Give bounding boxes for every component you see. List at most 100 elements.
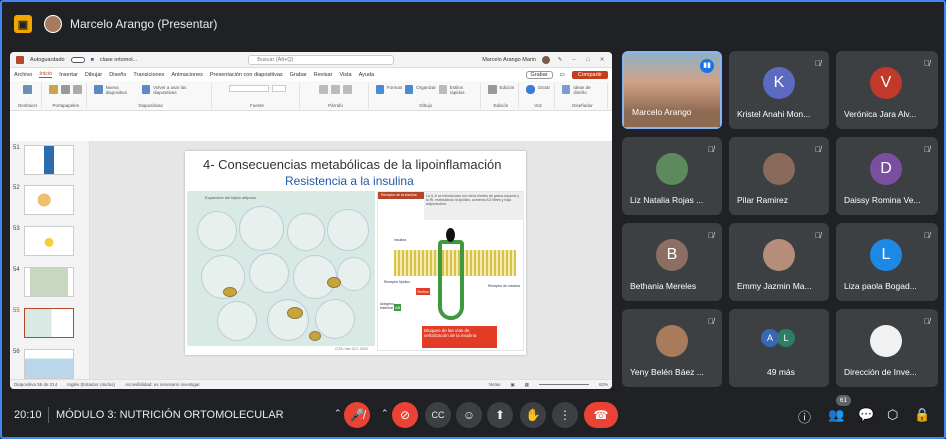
- editing-button[interactable]: Edición: [500, 85, 515, 94]
- copy-icon[interactable]: [73, 85, 83, 94]
- participant-avatar: [763, 239, 795, 271]
- arrange-icon[interactable]: [405, 85, 414, 94]
- participant-tile[interactable]: D 🎙̸ Daissy Romina Ve...: [836, 137, 938, 215]
- microphone-icon[interactable]: [526, 85, 536, 94]
- participant-tile[interactable]: ▮▮ Marcelo Arango: [622, 51, 722, 129]
- thumb-54[interactable]: 54: [13, 267, 74, 297]
- maximize-icon[interactable]: □: [584, 57, 592, 63]
- activities-icon[interactable]: ⬡: [887, 407, 898, 423]
- menu-dibujar[interactable]: Dibujar: [85, 72, 102, 78]
- mic-options-icon[interactable]: ⌃: [334, 408, 342, 419]
- participant-tile[interactable]: K 🎙̸ Kristel Anahi Mon...: [729, 51, 829, 129]
- participant-tile[interactable]: 🎙̸ Liz Natalia Rojas ...: [622, 137, 722, 215]
- participant-tile[interactable]: A L 49 más: [729, 309, 829, 387]
- compartir-button[interactable]: Compartir: [571, 70, 608, 79]
- font-size-select[interactable]: [271, 85, 286, 92]
- quick-styles-icon[interactable]: [438, 85, 447, 94]
- user-avatar[interactable]: [542, 55, 550, 64]
- save-icon[interactable]: ■: [91, 57, 94, 63]
- ppt-user[interactable]: Marcelo Arango Marin: [482, 57, 536, 63]
- undo-icon[interactable]: [23, 85, 33, 94]
- arrange-button[interactable]: Organizar: [416, 85, 436, 95]
- adipose-tissue-figure: Expansión del tejido adiposo: [187, 191, 375, 346]
- menu-ayuda[interactable]: Ayuda: [359, 72, 375, 78]
- meet-controls-bar: 20:10 MÓDULO 3: NUTRICIÓN ORTOMOLECULAR …: [0, 395, 946, 439]
- menu-inicio[interactable]: Inicio: [39, 71, 53, 78]
- menu-insertar[interactable]: Insertar: [59, 72, 78, 78]
- thumb-55-selected[interactable]: 55: [13, 308, 74, 338]
- menu-archivo[interactable]: Archivo: [14, 72, 32, 78]
- participant-tile[interactable]: B 🎙̸ Bethania Mereles: [622, 223, 722, 301]
- thumb-52[interactable]: 52: [13, 185, 74, 215]
- find-icon[interactable]: [487, 85, 497, 94]
- autosave-toggle[interactable]: [70, 56, 85, 63]
- current-slide[interactable]: 4- Consecuencias metabólicas de la lipoi…: [185, 151, 526, 355]
- pen-icon[interactable]: ✎: [556, 57, 564, 63]
- emoji-button[interactable]: ☺: [456, 402, 482, 428]
- menu-presentacion[interactable]: Presentación con diapositivas: [210, 72, 283, 78]
- emoji-icon: ☺: [462, 408, 476, 422]
- participant-tile[interactable]: 🎙̸ Emmy Jazmin Ma...: [729, 223, 829, 301]
- numbering-icon[interactable]: [330, 85, 340, 94]
- quick-styles-button[interactable]: Estilos rápidos: [450, 85, 476, 95]
- new-slide-icon[interactable]: [94, 85, 103, 94]
- zoom-slider[interactable]: [538, 384, 589, 385]
- paste-icon[interactable]: [49, 85, 59, 94]
- thumb-53[interactable]: 53: [13, 226, 74, 256]
- font-select[interactable]: [228, 85, 269, 92]
- new-slide-button[interactable]: Nueva diapositiva: [106, 85, 139, 95]
- thumb-51[interactable]: 51: [13, 145, 74, 175]
- bullets-icon[interactable]: [318, 85, 328, 94]
- participant-tile[interactable]: L 🎙̸ Liza paola Bogad...: [836, 223, 938, 301]
- more-options-button[interactable]: ⋮: [552, 402, 578, 428]
- design-ideas-button[interactable]: Ideas de diseño: [573, 85, 603, 95]
- design-ideas-icon[interactable]: [562, 85, 571, 94]
- participant-avatar: B: [656, 239, 688, 271]
- participant-tile[interactable]: 🎙̸ Pilar Ramirez: [729, 137, 829, 215]
- menu-diseno[interactable]: Diseño: [109, 72, 126, 78]
- reuse-slides-icon[interactable]: [141, 85, 151, 94]
- info-icon[interactable]: ⓘ: [798, 407, 811, 426]
- camera-options-icon[interactable]: ⌃: [381, 408, 389, 419]
- menu-grabar[interactable]: Grabar: [290, 72, 307, 78]
- language[interactable]: Inglés (Estados Unidos): [67, 382, 115, 387]
- ppt-search-input[interactable]: Buscar (Alt+Q): [248, 54, 395, 65]
- menu-animaciones[interactable]: Animaciones: [171, 72, 203, 78]
- participant-tile[interactable]: 🎙̸ Dirección de Inve...: [836, 309, 938, 387]
- menu-revisar[interactable]: Revisar: [314, 72, 333, 78]
- view-sorter-icon[interactable]: ▦: [525, 382, 529, 388]
- dictate-button[interactable]: Dictar: [538, 85, 550, 94]
- participant-tile[interactable]: 🎙̸ Yeny Belén Báez ...: [622, 309, 722, 387]
- group-label: Edición: [493, 103, 509, 108]
- grabar-button[interactable]: Grabar: [525, 70, 553, 79]
- present-button[interactable]: ⬆: [487, 402, 513, 428]
- shapes-icon[interactable]: [376, 85, 384, 94]
- menu-transiciones[interactable]: Transiciones: [133, 72, 164, 78]
- host-controls-icon[interactable]: 🔒: [914, 407, 930, 423]
- cut-icon[interactable]: [61, 85, 71, 94]
- view-normal-icon[interactable]: ▣: [510, 382, 514, 388]
- menu-vista[interactable]: Vista: [339, 72, 351, 78]
- raise-hand-button[interactable]: ✋: [520, 402, 546, 428]
- mic-off-button[interactable]: 🎤̸: [344, 402, 370, 428]
- zoom-level[interactable]: 62%: [599, 382, 608, 387]
- adipocyte: [337, 257, 371, 291]
- captions-button[interactable]: CC: [425, 402, 451, 428]
- ppt-titlebar: Autoguardado ■ clase ortomol... Buscar (…: [10, 52, 612, 68]
- shapes-button[interactable]: Formas: [387, 85, 402, 95]
- align-icon[interactable]: [342, 85, 352, 94]
- vertical-scrollbar[interactable]: [605, 161, 610, 281]
- notes-button[interactable]: Notas: [489, 382, 501, 387]
- hang-up-button[interactable]: ☎: [584, 402, 618, 428]
- camera-off-button[interactable]: ⊘: [392, 402, 418, 428]
- accessibility[interactable]: Accesibilidad: es necesario investigar: [125, 382, 200, 387]
- thumb-number: 52: [13, 185, 20, 191]
- minimize-icon[interactable]: –: [570, 57, 578, 63]
- chat-icon[interactable]: 💬: [858, 407, 874, 423]
- participant-tile[interactable]: V 🎙̸ Verónica Jara Alv...: [836, 51, 938, 129]
- close-icon[interactable]: ✕: [598, 57, 606, 63]
- thumb-56[interactable]: 56: [13, 349, 74, 379]
- reuse-slides-button[interactable]: Volver a usar las diapositivas: [153, 85, 207, 95]
- people-icon[interactable]: 👥: [828, 407, 844, 423]
- comment-icon[interactable]: ▭: [560, 72, 565, 78]
